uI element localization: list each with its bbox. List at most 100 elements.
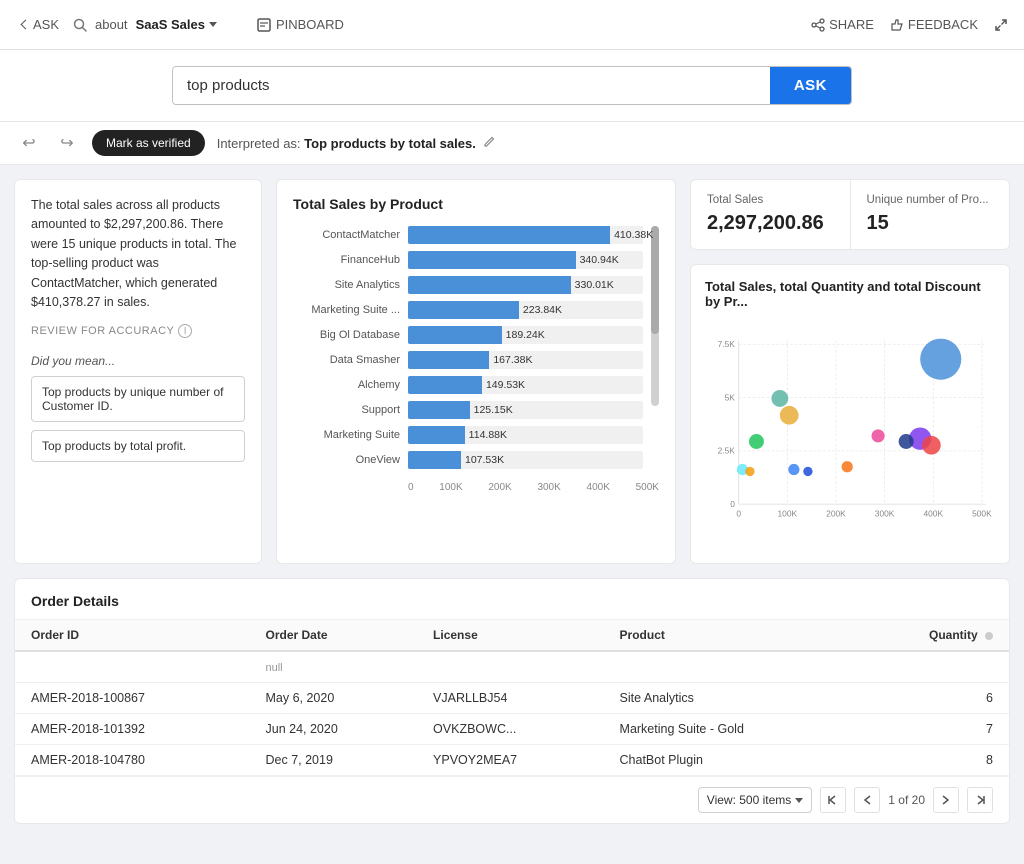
svg-text:100K: 100K — [778, 508, 798, 518]
table-cell: OVKZBOWC... — [417, 714, 603, 745]
table-cell: VJARLLBJ54 — [417, 683, 603, 714]
bar-row: ContactMatcher 410.38K — [293, 226, 643, 244]
bar-chart-title: Total Sales by Product — [293, 196, 659, 212]
page-info: 1 of 20 — [888, 793, 925, 807]
ask-button[interactable]: ASK — [770, 67, 851, 104]
search-input[interactable] — [173, 67, 770, 104]
last-page-button[interactable] — [967, 787, 993, 813]
table-column-header[interactable]: Product — [604, 620, 855, 651]
view-select[interactable]: View: 500 items — [698, 787, 813, 813]
bar-label: ContactMatcher — [293, 229, 408, 241]
table-cell: May 6, 2020 — [250, 683, 418, 714]
bar-outer: 189.24K — [408, 326, 643, 344]
bar-row: Alchemy 149.53K — [293, 376, 643, 394]
svg-text:400K: 400K — [923, 508, 943, 518]
bar-value: 340.94K — [580, 254, 693, 266]
table-row: AMER-2018-104780 Dec 7, 2019 YPVOY2MEA7 … — [15, 745, 1009, 776]
table-cell: YPVOY2MEA7 — [417, 745, 603, 776]
nav-about-label: about — [95, 17, 128, 32]
kpi-value: 2,297,200.86 — [707, 212, 834, 235]
table-cell: Dec 7, 2019 — [250, 745, 418, 776]
kpi-label: Unique number of Pro... — [867, 194, 994, 206]
bar-fill — [408, 326, 502, 344]
table-column-header[interactable]: Order ID — [15, 620, 250, 651]
bar-label: Support — [293, 404, 408, 416]
svg-text:7.5K: 7.5K — [718, 339, 736, 349]
bar-outer: 125.15K — [408, 401, 643, 419]
search-bar: ASK — [172, 66, 852, 105]
table-cell: null — [250, 651, 418, 683]
next-page-button[interactable] — [933, 787, 959, 813]
svg-text:200K: 200K — [826, 508, 846, 518]
bar-label: Marketing Suite — [293, 429, 408, 441]
table-cell: AMER-2018-100867 — [15, 683, 250, 714]
table-cell: Site Analytics — [604, 683, 855, 714]
interpreted-as-label: Interpreted as: Top products by total sa… — [217, 135, 497, 151]
pinboard-icon — [257, 18, 271, 32]
table-row: null — [15, 651, 1009, 683]
bar-outer: 114.88K — [408, 426, 643, 444]
bar-outer: 167.38K — [408, 351, 643, 369]
bar-fill — [408, 276, 571, 294]
order-table: Order IDOrder DateLicenseProductQuantity… — [15, 620, 1009, 776]
table-cell: AMER-2018-104780 — [15, 745, 250, 776]
bar-value: 125.15K — [474, 404, 693, 416]
kpi-value: 15 — [867, 212, 994, 235]
bar-fill — [408, 401, 470, 419]
table-row: AMER-2018-100867 May 6, 2020 VJARLLBJ54 … — [15, 683, 1009, 714]
table-cell — [15, 651, 250, 683]
axis-label: 400K — [587, 482, 610, 493]
bar-fill — [408, 426, 465, 444]
expand-button[interactable] — [994, 18, 1008, 32]
bar-fill — [408, 376, 482, 394]
table-cell — [604, 651, 855, 683]
table-cell — [417, 651, 603, 683]
bar-outer: 330.01K — [408, 276, 643, 294]
bar-outer: 340.94K — [408, 251, 643, 269]
feedback-button[interactable]: FEEDBACK — [890, 17, 978, 32]
review-accuracy-button[interactable]: REVIEW FOR ACCURACY i — [31, 324, 245, 338]
bar-row: Support 125.15K — [293, 401, 643, 419]
table-title: Order Details — [15, 579, 1009, 620]
suggestion-button-1[interactable]: Top products by unique number of Custome… — [31, 376, 245, 422]
did-you-mean-label: Did you mean... — [31, 354, 245, 368]
axis-label: 200K — [488, 482, 511, 493]
share-button[interactable]: SHARE — [811, 17, 874, 32]
svg-text:0: 0 — [730, 499, 735, 509]
bar-value: 167.38K — [493, 354, 693, 366]
scatter-title: Total Sales, total Quantity and total Di… — [705, 279, 995, 309]
table-cell: Jun 24, 2020 — [250, 714, 418, 745]
mark-verified-button[interactable]: Mark as verified — [92, 130, 205, 156]
svg-text:500K: 500K — [972, 508, 992, 518]
bar-row: Marketing Suite ... 223.84K — [293, 301, 643, 319]
bar-chart-card: Total Sales by Product ContactMatcher 41… — [276, 179, 676, 564]
nav-datasource[interactable]: SaaS Sales — [136, 17, 217, 32]
edit-icon[interactable] — [483, 135, 496, 148]
suggestion-button-2[interactable]: Top products by total profit. — [31, 430, 245, 462]
table-column-header[interactable]: Quantity — [855, 620, 1009, 651]
table-column-header[interactable]: Order Date — [250, 620, 418, 651]
prev-page-button[interactable] — [854, 787, 880, 813]
bar-row: FinanceHub 340.94K — [293, 251, 643, 269]
bar-fill — [408, 226, 610, 244]
share-label: SHARE — [829, 17, 874, 32]
bar-row: OneView 107.53K — [293, 451, 643, 469]
svg-text:2.5K: 2.5K — [718, 446, 736, 456]
first-page-button[interactable] — [820, 787, 846, 813]
bar-label: Data Smasher — [293, 354, 408, 366]
kpi-row: Total Sales 2,297,200.86 Unique number o… — [690, 179, 1010, 250]
nav-pinboard-button[interactable]: PINBOARD — [249, 13, 352, 36]
table-column-header[interactable]: License — [417, 620, 603, 651]
bar-label: Marketing Suite ... — [293, 304, 408, 316]
nav-ask-button[interactable]: ASK — [16, 13, 65, 36]
bar-label: FinanceHub — [293, 254, 408, 266]
nav-right: SHARE FEEDBACK — [811, 17, 1008, 32]
svg-text:5K: 5K — [725, 392, 736, 402]
expand-icon — [994, 18, 1008, 32]
bar-row: Big Ol Database 189.24K — [293, 326, 643, 344]
info-icon: i — [178, 324, 192, 338]
bar-outer: 223.84K — [408, 301, 643, 319]
main-content: The total sales across all products amou… — [0, 165, 1024, 838]
undo-button[interactable]: ↩ — [16, 130, 42, 156]
redo-button[interactable]: ↪ — [54, 130, 80, 156]
